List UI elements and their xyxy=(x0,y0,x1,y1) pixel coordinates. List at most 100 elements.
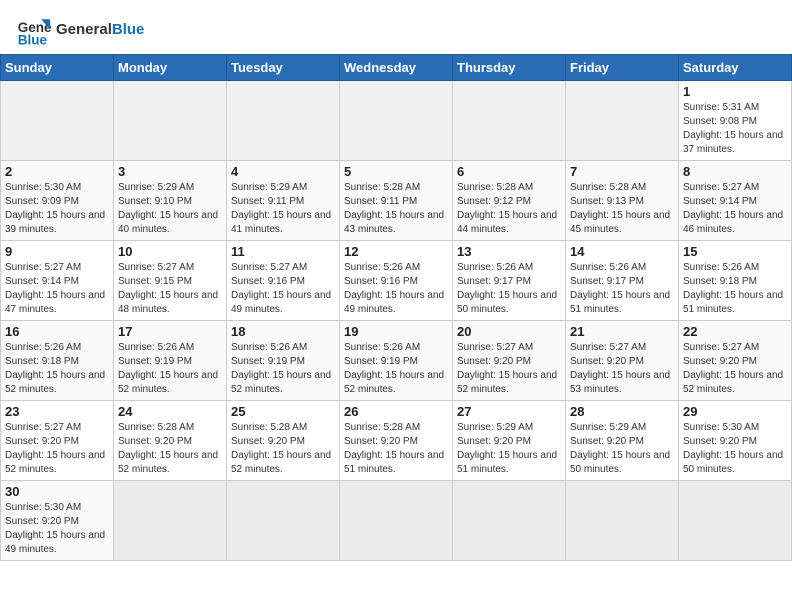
day-info: Sunrise: 5:28 AMSunset: 9:20 PMDaylight:… xyxy=(118,421,222,477)
day-cell-23: 23 Sunrise: 5:27 AMSunset: 9:20 PMDayligh… xyxy=(1,401,114,481)
day-cell-17: 17Sunrise: 5:26 AMSunset: 9:19 PMDayligh… xyxy=(114,321,227,401)
day-number: 19 xyxy=(344,324,448,339)
day-number: 6 xyxy=(457,164,561,179)
day-number: 28 xyxy=(570,404,674,419)
weekday-tuesday: Tuesday xyxy=(227,55,340,81)
weekday-header-row: SundayMondayTuesdayWednesdayThursdayFrid… xyxy=(1,55,792,81)
day-cell-25: 25 Sunrise: 5:28 AMSunset: 9:20 PMDayligh… xyxy=(227,401,340,481)
day-cell-1: 1 Sunrise: 5:31 AMSunset: 9:08 PMDaylight… xyxy=(679,81,792,161)
empty-cell xyxy=(227,81,340,161)
day-cell-10: 10 Sunrise: 5:27 AMSunset: 9:15 PMDayligh… xyxy=(114,241,227,321)
day-info: Sunrise: 5:27 AMSunset: 9:20 PMDaylight:… xyxy=(5,421,109,477)
day-number: 9 xyxy=(5,244,109,259)
weekday-saturday: Saturday xyxy=(679,55,792,81)
day-number: 17 xyxy=(118,324,222,339)
empty-cell xyxy=(566,81,679,161)
day-number: 7 xyxy=(570,164,674,179)
day-cell-15: 15 Sunrise: 5:26 AMSunset: 9:18 PMDayligh… xyxy=(679,241,792,321)
day-number: 29 xyxy=(683,404,787,419)
day-info: Sunrise: 5:26 AMSunset: 9:18 PMDaylight:… xyxy=(5,341,109,397)
day-info: Sunrise: 5:26 AMSunset: 9:19 PMDaylight:… xyxy=(231,341,335,397)
day-cell-11: 11 Sunrise: 5:27 AMSunset: 9:16 PMDayligh… xyxy=(227,241,340,321)
day-number: 2 xyxy=(5,164,109,179)
day-number: 23 xyxy=(5,404,109,419)
day-number: 21 xyxy=(570,324,674,339)
empty-cell xyxy=(1,81,114,161)
day-info: Sunrise: 5:31 AMSunset: 9:08 PMDaylight:… xyxy=(683,101,787,157)
empty-cell xyxy=(566,481,679,561)
day-number: 13 xyxy=(457,244,561,259)
day-number: 25 xyxy=(231,404,335,419)
day-cell-8: 8 Sunrise: 5:27 AMSunset: 9:14 PMDaylight… xyxy=(679,161,792,241)
empty-cell xyxy=(114,481,227,561)
day-cell-14: 14 Sunrise: 5:26 AMSunset: 9:17 PMDayligh… xyxy=(566,241,679,321)
day-info: Sunrise: 5:29 AMSunset: 9:20 PMDaylight:… xyxy=(570,421,674,477)
weekday-friday: Friday xyxy=(566,55,679,81)
weekday-monday: Monday xyxy=(114,55,227,81)
day-info: Sunrise: 5:28 AMSunset: 9:20 PMDaylight:… xyxy=(231,421,335,477)
day-info: Sunrise: 5:29 AMSunset: 9:10 PMDaylight:… xyxy=(118,181,222,237)
logo-svg: General Blue xyxy=(16,12,52,48)
day-info: Sunrise: 5:27 AMSunset: 9:14 PMDaylight:… xyxy=(683,181,787,237)
day-info: Sunrise: 5:27 AMSunset: 9:15 PMDaylight:… xyxy=(118,261,222,317)
day-info: Sunrise: 5:28 AMSunset: 9:20 PMDaylight:… xyxy=(344,421,448,477)
empty-cell xyxy=(340,81,453,161)
day-info: Sunrise: 5:27 AMSunset: 9:20 PMDaylight:… xyxy=(457,341,561,397)
day-info: Sunrise: 5:27 AMSunset: 9:20 PMDaylight:… xyxy=(683,341,787,397)
svg-text:Blue: Blue xyxy=(18,32,48,47)
day-number: 8 xyxy=(683,164,787,179)
day-cell-12: 12 Sunrise: 5:26 AMSunset: 9:16 PMDayligh… xyxy=(340,241,453,321)
calendar-body: 1 Sunrise: 5:31 AMSunset: 9:08 PMDaylight… xyxy=(1,81,792,561)
day-number: 22 xyxy=(683,324,787,339)
day-info: Sunrise: 5:26 AMSunset: 9:17 PMDaylight:… xyxy=(457,261,561,317)
calendar-table: SundayMondayTuesdayWednesdayThursdayFrid… xyxy=(0,54,792,561)
day-cell-22: 22 Sunrise: 5:27 AMSunset: 9:20 PMDayligh… xyxy=(679,321,792,401)
day-number: 30 xyxy=(5,484,109,499)
empty-cell xyxy=(227,481,340,561)
day-info: Sunrise: 5:30 AMSunset: 9:20 PMDaylight:… xyxy=(683,421,787,477)
empty-cell xyxy=(453,81,566,161)
day-info: Sunrise: 5:28 AMSunset: 9:12 PMDaylight:… xyxy=(457,181,561,237)
empty-cell xyxy=(114,81,227,161)
day-number: 4 xyxy=(231,164,335,179)
day-number: 5 xyxy=(344,164,448,179)
day-info: Sunrise: 5:26 AMSunset: 9:19 PMDaylight:… xyxy=(344,341,448,397)
empty-cell xyxy=(679,481,792,561)
empty-cell xyxy=(340,481,453,561)
day-number: 1 xyxy=(683,84,787,99)
day-cell-30: 30 Sunrise: 5:30 AMSunset: 9:20 PMDayligh… xyxy=(1,481,114,561)
day-cell-20: 20 Sunrise: 5:27 AMSunset: 9:20 PMDayligh… xyxy=(453,321,566,401)
week-row-2: 9Sunrise: 5:27 AMSunset: 9:14 PMDaylight… xyxy=(1,241,792,321)
day-number: 15 xyxy=(683,244,787,259)
day-number: 10 xyxy=(118,244,222,259)
day-info: Sunrise: 5:28 AMSunset: 9:11 PMDaylight:… xyxy=(344,181,448,237)
day-cell-27: 27Sunrise: 5:29 AMSunset: 9:20 PMDayligh… xyxy=(453,401,566,481)
day-info: Sunrise: 5:26 AMSunset: 9:16 PMDaylight:… xyxy=(344,261,448,317)
day-number: 26 xyxy=(344,404,448,419)
day-info: Sunrise: 5:30 AMSunset: 9:20 PMDaylight:… xyxy=(5,501,109,557)
day-number: 11 xyxy=(231,244,335,259)
day-number: 20 xyxy=(457,324,561,339)
weekday-thursday: Thursday xyxy=(453,55,566,81)
logo-text: GeneralBlue xyxy=(56,21,144,39)
day-cell-2: 2Sunrise: 5:30 AMSunset: 9:09 PMDaylight… xyxy=(1,161,114,241)
day-cell-26: 26 Sunrise: 5:28 AMSunset: 9:20 PMDayligh… xyxy=(340,401,453,481)
day-number: 12 xyxy=(344,244,448,259)
day-info: Sunrise: 5:29 AMSunset: 9:20 PMDaylight:… xyxy=(457,421,561,477)
day-cell-9: 9Sunrise: 5:27 AMSunset: 9:14 PMDaylight… xyxy=(1,241,114,321)
day-info: Sunrise: 5:26 AMSunset: 9:17 PMDaylight:… xyxy=(570,261,674,317)
day-number: 16 xyxy=(5,324,109,339)
day-cell-7: 7Sunrise: 5:28 AMSunset: 9:13 PMDaylight… xyxy=(566,161,679,241)
day-number: 18 xyxy=(231,324,335,339)
day-cell-4: 4Sunrise: 5:29 AMSunset: 9:11 PMDaylight… xyxy=(227,161,340,241)
day-info: Sunrise: 5:26 AMSunset: 9:18 PMDaylight:… xyxy=(683,261,787,317)
day-cell-13: 13 Sunrise: 5:26 AMSunset: 9:17 PMDayligh… xyxy=(453,241,566,321)
day-cell-18: 18 Sunrise: 5:26 AMSunset: 9:19 PMDayligh… xyxy=(227,321,340,401)
day-info: Sunrise: 5:27 AMSunset: 9:16 PMDaylight:… xyxy=(231,261,335,317)
day-cell-21: 21Sunrise: 5:27 AMSunset: 9:20 PMDayligh… xyxy=(566,321,679,401)
day-cell-24: 24 Sunrise: 5:28 AMSunset: 9:20 PMDayligh… xyxy=(114,401,227,481)
weekday-sunday: Sunday xyxy=(1,55,114,81)
day-number: 24 xyxy=(118,404,222,419)
day-number: 14 xyxy=(570,244,674,259)
empty-cell xyxy=(453,481,566,561)
